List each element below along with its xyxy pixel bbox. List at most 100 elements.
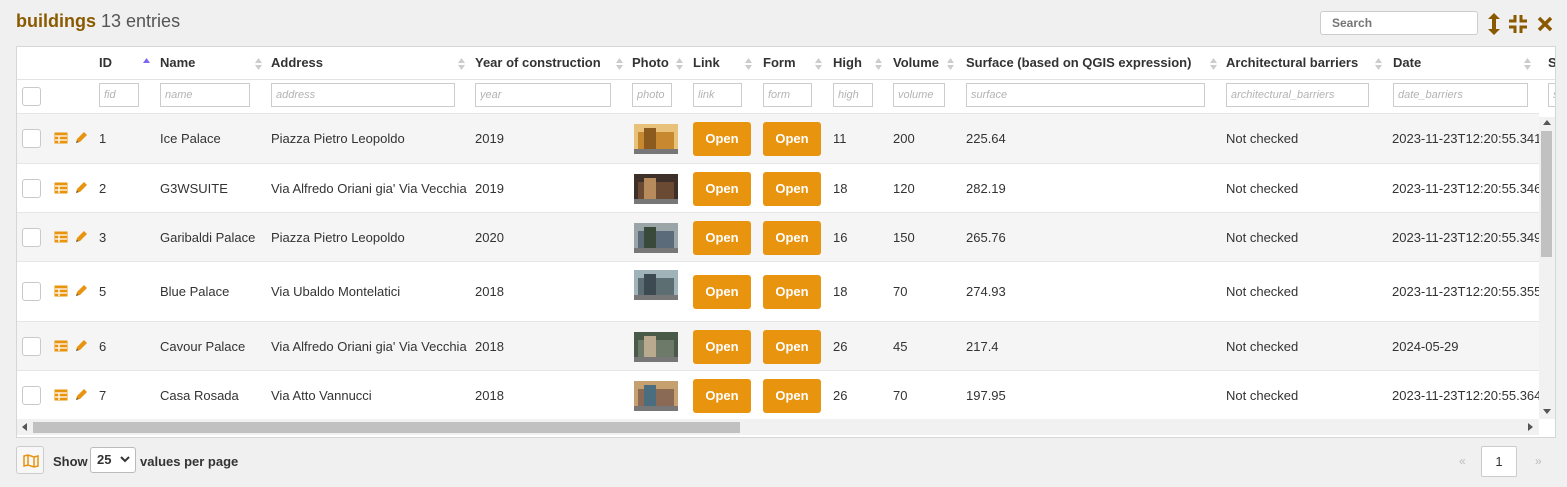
open-form-button[interactable]: Open — [763, 329, 821, 364]
edit-pencil-icon[interactable] — [74, 284, 88, 298]
edit-pencil-icon[interactable] — [74, 339, 88, 353]
open-form-button[interactable]: Open — [763, 275, 821, 309]
building-photo-thumbnail[interactable] — [634, 331, 678, 362]
sort-icon[interactable] — [616, 57, 623, 71]
filter-next-input[interactable] — [1548, 83, 1555, 107]
select-all-checkbox[interactable] — [22, 87, 41, 106]
column-header-link[interactable]: Link — [693, 47, 720, 79]
filter-date-input[interactable] — [1393, 83, 1528, 107]
column-header-next[interactable]: S — [1548, 47, 1555, 79]
row-checkbox[interactable] — [22, 227, 41, 247]
row-checkbox[interactable] — [22, 129, 41, 148]
sort-icon[interactable] — [1524, 57, 1531, 71]
filter-id-input[interactable] — [99, 83, 139, 107]
sort-asc-icon[interactable] — [143, 57, 150, 71]
filter-link[interactable] — [693, 83, 742, 107]
map-button[interactable] — [16, 446, 44, 474]
scroll-up-icon[interactable] — [1543, 119, 1551, 127]
edit-pencil-icon[interactable] — [74, 388, 88, 402]
building-photo-thumbnail[interactable] — [634, 270, 678, 300]
page-1-button[interactable]: 1 — [1481, 446, 1517, 477]
filter-address[interactable] — [271, 83, 455, 107]
zoom-to-feature-icon[interactable] — [54, 389, 68, 401]
sort-icon[interactable] — [255, 57, 262, 71]
sort-icon[interactable] — [875, 57, 882, 71]
table-row[interactable]: 1 Ice Palace Piazza Pietro Leopoldo 2019 Ope… — [17, 113, 1541, 164]
filter-volume-input[interactable] — [893, 83, 945, 107]
scroll-right-icon[interactable] — [1526, 423, 1534, 431]
filter-photo[interactable] — [632, 83, 672, 107]
building-photo-thumbnail[interactable] — [634, 173, 678, 204]
open-link-button[interactable]: Open — [693, 275, 751, 309]
open-form-button[interactable]: Open — [763, 171, 821, 206]
sort-icon[interactable] — [815, 57, 822, 71]
zoom-to-feature-icon[interactable] — [54, 340, 68, 352]
column-header-surface[interactable]: Surface (based on QGIS expression) — [966, 47, 1191, 79]
table-row[interactable]: 7 Casa Rosada Via Atto Vannucci 2018 Open Ope… — [17, 370, 1541, 420]
filter-name[interactable] — [160, 83, 250, 107]
zoom-to-feature-icon[interactable] — [54, 231, 68, 243]
scroll-left-icon[interactable] — [21, 423, 29, 431]
sort-icon[interactable] — [1375, 57, 1382, 71]
search-input[interactable] — [1320, 11, 1478, 35]
open-form-button[interactable]: Open — [763, 220, 821, 255]
close-icon[interactable] — [1537, 13, 1553, 35]
column-header-barriers[interactable]: Architectural barriers — [1226, 47, 1358, 79]
zoom-to-feature-icon[interactable] — [54, 285, 68, 297]
filter-barriers-input[interactable] — [1226, 83, 1369, 107]
prev-page-button[interactable]: « — [1459, 454, 1466, 468]
filter-photo-input[interactable] — [632, 83, 672, 107]
building-photo-thumbnail[interactable] — [634, 124, 678, 154]
sort-icon[interactable] — [745, 57, 752, 71]
resize-vertical-icon[interactable] — [1488, 13, 1500, 35]
scroll-down-icon[interactable] — [1543, 407, 1551, 415]
column-header-year[interactable]: Year of construction — [475, 47, 601, 79]
table-row[interactable]: 5 Blue Palace Via Ubaldo Montelatici 2018 Op… — [17, 261, 1541, 322]
row-checkbox[interactable] — [22, 282, 41, 301]
horizontal-scrollbar[interactable] — [17, 419, 1539, 435]
sort-icon[interactable] — [1210, 57, 1217, 71]
sort-icon[interactable] — [458, 57, 465, 71]
edit-pencil-icon[interactable] — [74, 230, 88, 244]
building-photo-thumbnail[interactable] — [634, 222, 678, 253]
filter-name-input[interactable] — [160, 83, 250, 107]
horizontal-scroll-thumb[interactable] — [33, 422, 740, 433]
column-header-address[interactable]: Address — [271, 47, 323, 79]
row-checkbox[interactable] — [22, 178, 41, 198]
zoom-to-feature-icon[interactable] — [54, 182, 68, 194]
vertical-scrollbar[interactable] — [1539, 117, 1555, 419]
row-checkbox[interactable] — [22, 385, 41, 405]
filter-next[interactable] — [1548, 83, 1555, 107]
filter-surface[interactable] — [966, 83, 1205, 107]
next-page-button[interactable]: » — [1535, 454, 1542, 468]
edit-pencil-icon[interactable] — [74, 181, 88, 195]
column-header-photo[interactable]: Photo — [632, 47, 669, 79]
filter-volume[interactable] — [893, 83, 945, 107]
open-link-button[interactable]: Open — [693, 220, 751, 255]
row-checkbox[interactable] — [22, 336, 41, 356]
open-link-button[interactable]: Open — [693, 122, 751, 156]
column-header-volume[interactable]: Volume — [893, 47, 939, 79]
table-row[interactable]: 3 Garibaldi Palace Piazza Pietro Leopoldo 2… — [17, 212, 1541, 262]
edit-pencil-icon[interactable] — [74, 131, 88, 145]
filter-link-input[interactable] — [693, 83, 742, 107]
open-link-button[interactable]: Open — [693, 171, 751, 206]
column-header-date[interactable]: Date — [1393, 47, 1421, 79]
filter-form-input[interactable] — [763, 83, 812, 107]
open-link-button[interactable]: Open — [693, 329, 751, 364]
filter-form[interactable] — [763, 83, 812, 107]
column-header-name[interactable]: Name — [160, 47, 195, 79]
sort-icon[interactable] — [676, 57, 683, 71]
filter-high-input[interactable] — [833, 83, 873, 107]
column-header-id[interactable]: ID — [99, 47, 112, 79]
open-form-button[interactable]: Open — [763, 122, 821, 156]
filter-year-input[interactable] — [475, 83, 611, 107]
filter-barriers[interactable] — [1226, 83, 1369, 107]
table-row[interactable]: 2 G3WSUITE Via Alfredo Oriani gia' Via Vec… — [17, 163, 1541, 213]
filter-id[interactable] — [99, 83, 139, 107]
filter-address-input[interactable] — [271, 83, 455, 107]
filter-date[interactable] — [1393, 83, 1528, 107]
filter-year[interactable] — [475, 83, 611, 107]
open-form-button[interactable]: Open — [763, 378, 821, 413]
table-row[interactable]: 6 Cavour Palace Via Alfredo Oriani gia' Vi… — [17, 321, 1539, 371]
